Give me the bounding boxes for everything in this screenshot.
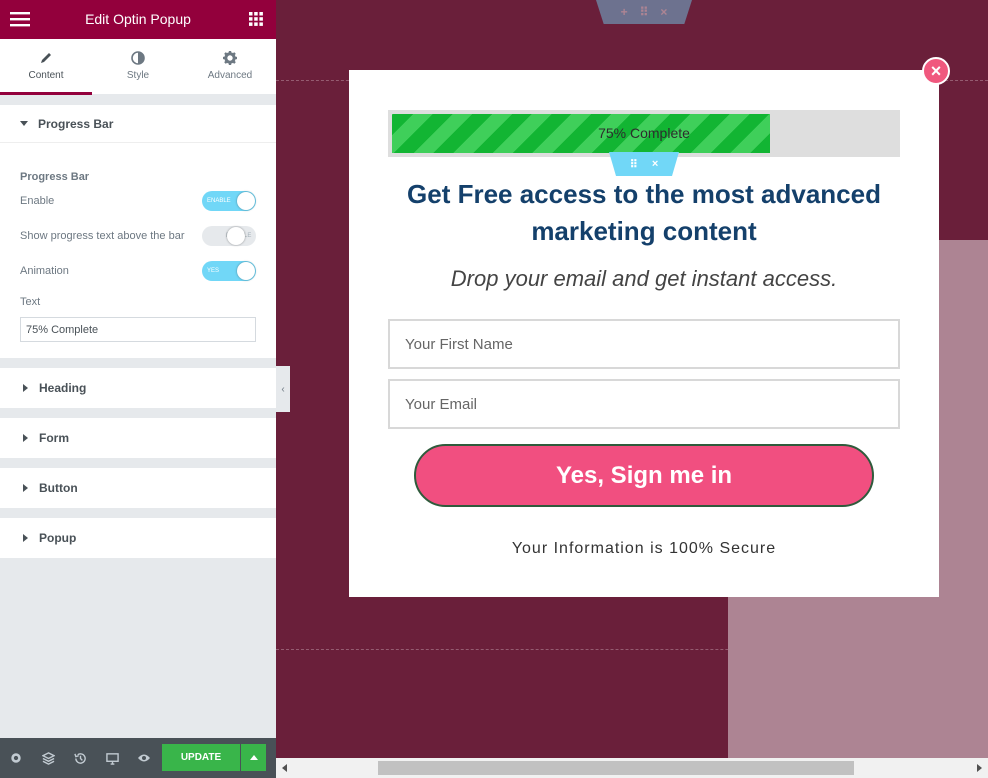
progress-text: 75% Complete xyxy=(598,125,690,141)
show-text-row: Show progress text above the bar DISABLE xyxy=(20,218,256,253)
animation-label: Animation xyxy=(20,264,69,277)
layers-icon[interactable] xyxy=(32,738,64,778)
section-button[interactable]: Button xyxy=(0,468,276,508)
toggle-knob xyxy=(227,226,245,245)
enable-toggle[interactable]: ENABLE xyxy=(202,190,256,211)
section-title: Form xyxy=(39,431,69,445)
section-header-form[interactable]: Form xyxy=(0,418,276,458)
chevron-left-icon: ‹ xyxy=(281,383,285,395)
responsive-desktop-icon[interactable] xyxy=(96,738,128,778)
section-popup[interactable]: Popup xyxy=(0,518,276,558)
panel-footer: UPDATE xyxy=(0,738,276,778)
section-title: Button xyxy=(39,481,78,495)
tab-advanced-label: Advanced xyxy=(207,70,253,81)
control-heading: Progress Bar xyxy=(20,171,90,183)
widget-handle[interactable]: ⠿ × xyxy=(609,152,679,176)
scroll-left-icon[interactable] xyxy=(282,764,287,772)
section-header-popup[interactable]: Popup xyxy=(0,518,276,558)
section-title: Progress Bar xyxy=(38,116,114,131)
enable-label: Enable xyxy=(20,194,55,207)
animation-row: Animation YES xyxy=(20,253,256,288)
secure-note: Your Information is 100% Secure xyxy=(511,540,777,557)
enable-row: Enable ENABLE xyxy=(20,183,256,218)
horizontal-scrollbar[interactable] xyxy=(276,758,988,778)
drag-handle-icon[interactable]: ⠿ xyxy=(630,158,638,171)
update-options-button[interactable] xyxy=(241,744,266,771)
section-form[interactable]: Form xyxy=(0,418,276,458)
gear-icon xyxy=(184,51,276,65)
popup-subheading: Drop your email and get instant access. xyxy=(450,266,838,291)
tab-content-label: Content xyxy=(28,70,64,81)
text-input[interactable]: 75% Complete xyxy=(20,317,256,342)
panel-tabs: Content Style Advanced xyxy=(0,39,276,95)
animation-toggle[interactable]: YES xyxy=(202,260,256,281)
show-text-label: Show progress text above the bar xyxy=(20,229,185,242)
toggle-knob xyxy=(237,191,255,210)
section-title: Heading xyxy=(39,381,87,395)
progress-bar: 75% Complete xyxy=(388,110,900,157)
editor-panel: Edit Optin Popup Content Style Advanced xyxy=(0,0,276,778)
panel-header: Edit Optin Popup xyxy=(0,0,276,39)
section-header-progress-bar[interactable]: Progress Bar xyxy=(0,105,276,143)
caret-up-icon xyxy=(249,755,258,760)
optin-popup: 75% Complete ⠿ × Get Free access to the … xyxy=(349,70,939,597)
scroll-right-icon[interactable] xyxy=(977,764,982,772)
section-title: Popup xyxy=(39,531,77,545)
update-button[interactable]: UPDATE xyxy=(162,744,240,771)
tab-content[interactable]: Content xyxy=(0,39,92,95)
pencil-icon xyxy=(0,51,92,65)
settings-gear-icon[interactable] xyxy=(0,738,32,778)
animation-toggle-text: YES xyxy=(207,267,220,274)
section-header-heading[interactable]: Heading xyxy=(0,368,276,408)
preview-eye-icon[interactable] xyxy=(128,738,160,778)
contrast-icon xyxy=(92,51,184,65)
show-text-toggle[interactable]: DISABLE xyxy=(202,225,256,246)
sign-in-button[interactable]: Yes, Sign me in xyxy=(414,444,874,507)
caret-right-icon xyxy=(23,434,28,442)
widgets-grid-icon[interactable] xyxy=(249,12,263,26)
text-label: Text xyxy=(20,296,41,308)
popup-close-button[interactable]: × xyxy=(922,57,950,85)
progress-bar-controls: Progress Bar Enable ENABLE Show progress… xyxy=(0,143,276,358)
enable-toggle-text: ENABLE xyxy=(207,197,231,204)
caret-down-icon xyxy=(20,121,28,126)
tab-advanced[interactable]: Advanced xyxy=(184,39,276,94)
tab-style-label: Style xyxy=(126,70,150,81)
caret-right-icon xyxy=(23,534,28,542)
section-header-button[interactable]: Button xyxy=(0,468,276,508)
caret-right-icon xyxy=(23,384,28,392)
panel-title: Edit Optin Popup xyxy=(85,11,191,27)
caret-right-icon xyxy=(23,484,28,492)
first-name-field[interactable]: Your First Name xyxy=(388,319,900,369)
toggle-knob xyxy=(237,261,255,280)
email-field[interactable]: Your Email xyxy=(388,379,900,429)
progress-bar-section: Progress Bar Progress Bar Enable ENABLE … xyxy=(0,105,276,358)
popup-heading: Get Free access to the most advanced mar… xyxy=(407,179,881,246)
scrollbar-thumb[interactable] xyxy=(378,761,854,775)
history-icon[interactable] xyxy=(64,738,96,778)
panel-collapse-button[interactable]: ‹ xyxy=(276,366,290,412)
close-icon[interactable]: × xyxy=(652,158,658,170)
section-heading[interactable]: Heading xyxy=(0,368,276,408)
tab-style[interactable]: Style xyxy=(92,39,184,94)
